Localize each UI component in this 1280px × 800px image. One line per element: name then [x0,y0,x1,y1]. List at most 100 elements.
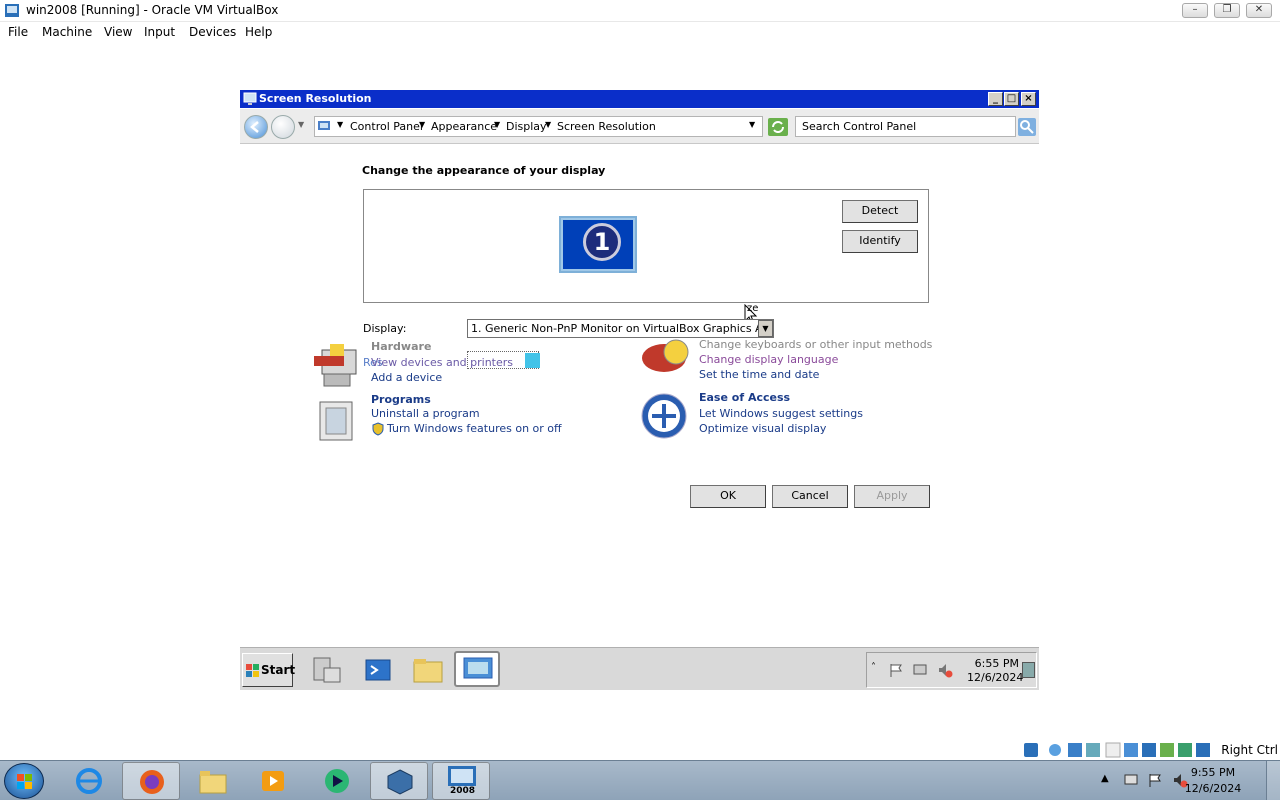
shield-icon [372,422,384,436]
display-select[interactable]: 1. Generic Non-PnP Monitor on VirtualBox… [467,319,774,338]
search-input[interactable]: Search Control Panel [795,116,1016,137]
host-start-orb[interactable] [4,763,44,799]
host-explorer-button[interactable] [184,762,242,800]
host-time: 9:55 PM [1190,766,1236,779]
identify-button[interactable]: Identify [842,230,918,253]
breadcrumb-chevron-icon[interactable]: ▼ [419,120,425,129]
change-keyboards-link[interactable]: Change keyboards or other input methods [699,338,932,351]
breadcrumb-chevron-icon[interactable]: ▼ [337,120,343,129]
breadcrumb-display[interactable]: Display [506,120,547,133]
programs-icon [319,401,353,441]
menu-devices[interactable]: Devices [189,25,236,39]
refresh-icon[interactable] [768,118,788,136]
breadcrumb-chevron-icon[interactable]: ▼ [545,120,551,129]
programs-heading[interactable]: Programs [371,393,431,406]
host-win2008-vm-button[interactable]: 2008 [432,762,490,800]
menu-view[interactable]: View [104,25,132,39]
search-icon[interactable] [1018,118,1036,136]
optimize-display-link[interactable]: Optimize visual display [699,422,826,435]
restore-button[interactable]: □ [1004,92,1019,106]
host-restore-button[interactable]: ❐ [1214,3,1240,18]
apply-button[interactable]: Apply [854,485,930,508]
add-device-link[interactable]: Add a device [371,371,442,384]
windows-logo-icon [246,664,259,677]
monitor-1-thumbnail[interactable]: 1 [559,216,637,273]
host-show-hidden-icon[interactable]: ▲ [1101,773,1109,784]
host-virtualbox-button[interactable] [370,762,428,800]
server-manager-icon[interactable] [308,654,344,686]
minimize-button[interactable]: _ [988,92,1003,106]
host-date: 12/6/2024 [1184,782,1242,795]
guest-screen: Screen Resolution _ □ × ▼ ▼ Control Pane… [240,90,1039,690]
ok-button[interactable]: OK [690,485,766,508]
address-dropdown-icon[interactable]: ▼ [749,120,755,129]
ease-of-access-heading[interactable]: Ease of Access [699,391,790,404]
uninstall-program-link[interactable]: Uninstall a program [371,407,480,420]
breadcrumb-control-panel[interactable]: Control Panel [350,120,423,133]
host-ie-button[interactable] [60,762,118,800]
virtualbox-icon [387,769,413,795]
action-center-flag-icon[interactable] [888,662,904,678]
host-app-button[interactable] [308,762,366,800]
host-key-label: Right Ctrl [1221,743,1278,757]
show-desktop-button[interactable] [1022,662,1035,678]
cancel-button[interactable]: Cancel [772,485,848,508]
vm-badge: 2008 [450,786,476,796]
host-minimize-button[interactable]: – [1182,3,1208,18]
address-bar[interactable]: ▼ Control Panel ▼ Appearance ▼ Display ▼… [314,116,763,137]
vm-thumbnail-icon [448,766,476,786]
hardware-icon [314,344,357,387]
windows-features-link[interactable]: Turn Windows features on or off [387,422,562,435]
guest-date: 12/6/2024 [967,671,1024,684]
explorer-icon[interactable] [410,654,446,686]
host-network-icon[interactable] [1123,772,1139,788]
show-hidden-icons-icon[interactable]: ˄ [871,662,876,673]
breadcrumb-appearance[interactable]: Appearance [431,120,497,133]
monitor-number: 1 [583,223,621,261]
host-media-player-button[interactable] [244,762,302,800]
breadcrumb-screen-resolution[interactable]: Screen Resolution [557,120,656,133]
host-flag-icon[interactable] [1147,772,1163,788]
guest-taskbar: Start ˄ 6:55 PM 12/6/2024 [240,647,1039,690]
display-icon [463,657,493,679]
menu-machine[interactable]: Machine [42,25,92,39]
display-dropdown-arrow-icon[interactable]: ▼ [758,320,773,337]
media-player-icon [262,771,284,791]
set-time-link[interactable]: Set the time and date [699,368,819,381]
host-clock[interactable]: 9:55 PM 12/6/2024 [1178,765,1248,797]
virtualbox-icon [5,4,19,17]
page-heading: Change the appearance of your display [362,164,606,177]
forward-button[interactable] [271,115,295,139]
start-label: Start [261,663,296,677]
start-button[interactable]: Start [242,653,296,687]
taskbar-screen-resolution-button[interactable] [454,651,500,687]
host-close-button[interactable]: ✕ [1246,3,1272,18]
host-menu-bar: File Machine View Input Devices Help [0,22,1280,43]
clock-language-icon [642,339,689,372]
guest-time: 6:55 PM [974,657,1019,670]
hardware-heading[interactable]: Hardware [371,340,431,353]
display-label: Display: [363,322,407,335]
suggest-settings-link[interactable]: Let Windows suggest settings [699,407,863,420]
menu-help[interactable]: Help [245,25,272,39]
menu-input[interactable]: Input [144,25,175,39]
host-firefox-button[interactable] [122,762,180,800]
close-button[interactable]: × [1021,92,1036,106]
powershell-icon[interactable] [360,654,396,686]
virtualbox-device-icons[interactable] [1024,742,1214,758]
guest-clock[interactable]: 6:55 PM 12/6/2024 [967,657,1024,685]
window-title: Screen Resolution [259,92,372,105]
system-tray: ˄ 6:55 PM 12/6/2024 [866,652,1037,688]
recent-pages-chevron-icon[interactable]: ▼ [298,120,304,129]
network-icon[interactable] [912,662,928,678]
change-language-link[interactable]: Change display language [699,353,838,366]
host-show-desktop-button[interactable] [1266,761,1280,800]
breadcrumb-chevron-icon[interactable]: ▼ [494,120,500,129]
back-button[interactable] [244,115,268,139]
detect-button[interactable]: Detect [842,200,918,223]
volume-muted-icon[interactable] [937,662,953,678]
host-window-title: win2008 [Running] - Oracle VM VirtualBox [26,3,279,17]
address-toolbar: ▼ ▼ Control Panel ▼ Appearance ▼ Display… [240,109,1039,144]
menu-file[interactable]: File [8,25,28,39]
back-arrow-icon [250,121,259,133]
